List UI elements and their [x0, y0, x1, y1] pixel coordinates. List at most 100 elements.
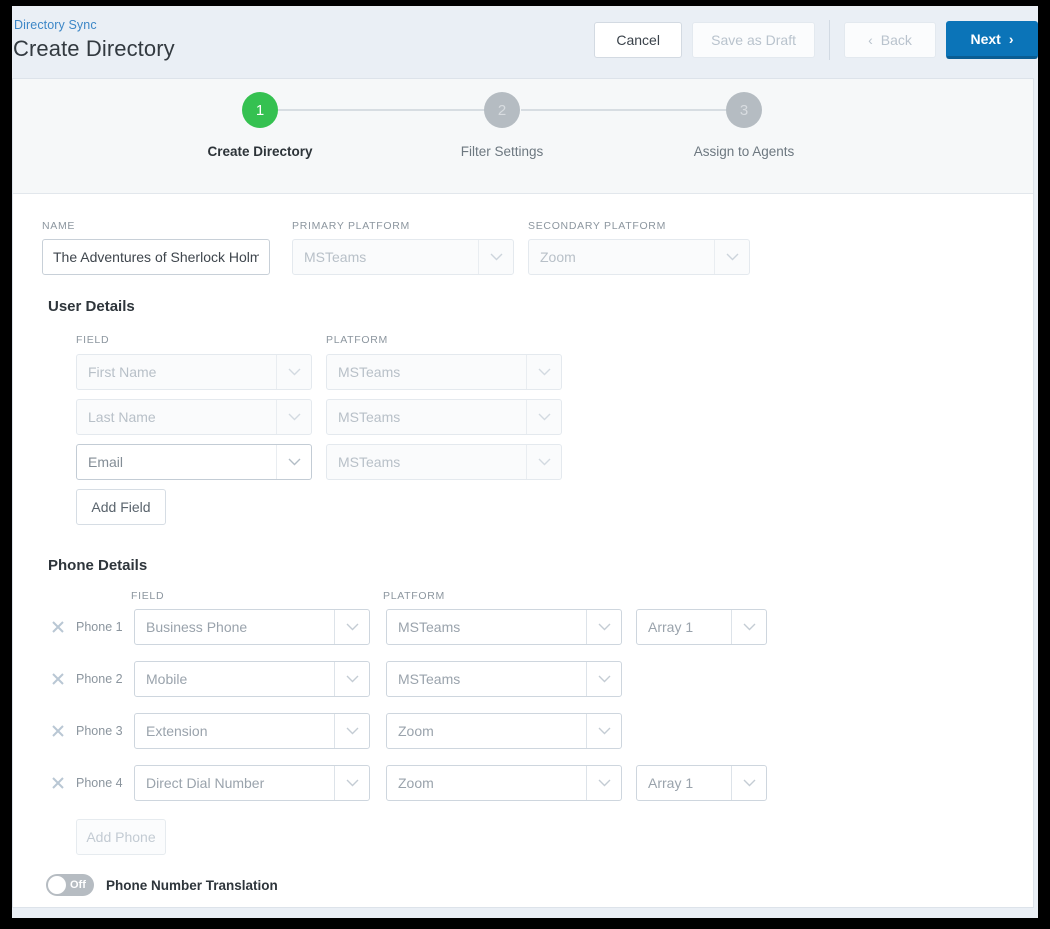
user-row-1-platform-select[interactable]: MSTeams: [326, 354, 562, 390]
phone-row-4-array-value: Array 1: [648, 775, 694, 791]
stepper-step-2[interactable]: 2 Filter Settings: [402, 92, 602, 159]
phone-row-3-platform-select[interactable]: Zoom: [386, 713, 622, 749]
remove-phone-2-icon[interactable]: [49, 670, 67, 688]
phone-row-2-field-select[interactable]: Mobile: [134, 661, 370, 697]
stepper-step-2-label: Filter Settings: [460, 144, 544, 159]
phone-number-translation-row: Off Phone Number Translation: [46, 874, 278, 896]
user-row-1-field-select[interactable]: First Name: [76, 354, 312, 390]
header-divider: [829, 20, 830, 60]
page-title: Create Directory: [13, 36, 175, 61]
add-field-button[interactable]: Add Field: [76, 489, 166, 525]
remove-phone-3-icon[interactable]: [49, 722, 67, 740]
primary-platform-label: PRIMARY PLATFORM: [292, 220, 410, 232]
stepper-connector-2-3: [521, 109, 726, 111]
phone-row-1-array-select[interactable]: Array 1: [636, 609, 767, 645]
chevron-down-icon: [586, 766, 621, 800]
stepper-step-3-circle: 3: [726, 92, 762, 128]
user-row-3-field-select[interactable]: Email: [76, 444, 312, 480]
chevron-right-icon: ›: [1008, 31, 1014, 47]
phone-row-2-platform-select[interactable]: MSTeams: [386, 661, 622, 697]
content-card: 1 Create Directory 2 Filter Settings 3 A…: [12, 78, 1034, 908]
stepper-step-3-number: 3: [739, 101, 749, 119]
chevron-down-icon: [586, 662, 621, 696]
chevron-down-icon: [586, 610, 621, 644]
name-input[interactable]: [42, 239, 270, 275]
phone-row-1-array-value: Array 1: [648, 619, 694, 635]
next-button[interactable]: Next ›: [946, 21, 1038, 59]
primary-platform-select[interactable]: MSTeams: [292, 239, 514, 275]
phone-row-1-platform-value: MSTeams: [398, 619, 461, 635]
phone-row-4-name: Phone 4: [76, 776, 123, 790]
phone-row-4-array-select[interactable]: Array 1: [636, 765, 767, 801]
header-actions: Cancel Save as Draft ‹ Back Next ›: [594, 20, 1038, 60]
user-row-3-field-value: Email: [88, 454, 124, 470]
chevron-down-icon: [334, 766, 369, 800]
phone-row-3: Phone 3 Extension Zoom: [49, 713, 622, 749]
chevron-down-icon: [478, 240, 513, 274]
phone-row-4-platform-select[interactable]: Zoom: [386, 765, 622, 801]
phone-row-2-field-value: Mobile: [146, 671, 188, 687]
user-row-2-platform-value: MSTeams: [338, 409, 401, 425]
app-frame: Directory Sync Create Directory Cancel S…: [12, 6, 1038, 918]
breadcrumb-directory-sync[interactable]: Directory Sync: [14, 18, 97, 32]
cancel-button[interactable]: Cancel: [594, 22, 683, 58]
phone-row-1-name: Phone 1: [76, 620, 123, 634]
phone-row-4-field-value: Direct Dial Number: [146, 775, 265, 791]
stepper-step-1-circle: 1: [242, 92, 278, 128]
phone-number-translation-toggle[interactable]: Off: [46, 874, 94, 896]
phone-row-4-field-select[interactable]: Direct Dial Number: [134, 765, 370, 801]
chevron-down-icon: [526, 445, 561, 479]
phone-row-1-platform-select[interactable]: MSTeams: [386, 609, 622, 645]
chevron-down-icon: [276, 355, 311, 389]
remove-phone-1-icon[interactable]: [49, 618, 67, 636]
phone-row-1-field-select[interactable]: Business Phone: [134, 609, 370, 645]
stepper-step-3[interactable]: 3 Assign to Agents: [644, 92, 844, 159]
add-phone-button[interactable]: Add Phone: [76, 819, 166, 855]
remove-phone-4-icon[interactable]: [49, 774, 67, 792]
phone-row-1-field-value: Business Phone: [146, 619, 248, 635]
stepper-step-1[interactable]: 1 Create Directory: [160, 92, 360, 159]
phone-row-1: Phone 1 Business Phone MSTeams Array 1: [49, 609, 767, 645]
chevron-down-icon: [276, 445, 311, 479]
chevron-down-icon: [276, 400, 311, 434]
user-details-field-column-header: FIELD: [76, 334, 110, 346]
chevron-down-icon: [526, 355, 561, 389]
chevron-down-icon: [586, 714, 621, 748]
stepper-step-3-label: Assign to Agents: [693, 144, 795, 159]
secondary-platform-select[interactable]: Zoom: [528, 239, 750, 275]
stepper-step-2-circle: 2: [484, 92, 520, 128]
phone-row-3-field-value: Extension: [146, 723, 208, 739]
secondary-platform-value: Zoom: [540, 249, 576, 265]
stepper-step-2-number: 2: [497, 101, 507, 119]
primary-platform-group: PRIMARY PLATFORM MSTeams: [292, 220, 514, 275]
phone-row-3-field-select[interactable]: Extension: [134, 713, 370, 749]
secondary-platform-group: SECONDARY PLATFORM Zoom: [528, 220, 750, 275]
chevron-down-icon: [526, 400, 561, 434]
secondary-platform-label: SECONDARY PLATFORM: [528, 220, 667, 232]
chevron-down-icon: [334, 714, 369, 748]
back-button-label: Back: [880, 32, 912, 48]
phone-details-platform-column-header: PLATFORM: [383, 590, 445, 602]
stepper-connector-1-2: [278, 109, 500, 111]
chevron-down-icon: [731, 610, 766, 644]
chevron-down-icon: [714, 240, 749, 274]
user-details-title: User Details: [48, 298, 135, 315]
name-label: NAME: [42, 220, 76, 232]
chevron-down-icon: [334, 610, 369, 644]
user-row-2-field-value: Last Name: [88, 409, 156, 425]
phone-row-2: Phone 2 Mobile MSTeams: [49, 661, 622, 697]
back-button[interactable]: ‹ Back: [844, 22, 936, 58]
stepper-step-1-label: Create Directory: [207, 144, 313, 159]
phone-row-4-platform-value: Zoom: [398, 775, 434, 791]
phone-details-field-column-header: FIELD: [131, 590, 165, 602]
wizard-stepper: 1 Create Directory 2 Filter Settings 3 A…: [13, 79, 1033, 194]
toggle-knob: [48, 876, 66, 894]
user-row-3-platform-select[interactable]: MSTeams: [326, 444, 562, 480]
save-as-draft-button[interactable]: Save as Draft: [692, 22, 815, 58]
user-row-3-platform-value: MSTeams: [338, 454, 401, 470]
user-row-2-field-select[interactable]: Last Name: [76, 399, 312, 435]
phone-details-title: Phone Details: [48, 557, 148, 574]
name-field-group: NAME: [42, 220, 270, 275]
phone-row-3-platform-value: Zoom: [398, 723, 434, 739]
user-row-2-platform-select[interactable]: MSTeams: [326, 399, 562, 435]
